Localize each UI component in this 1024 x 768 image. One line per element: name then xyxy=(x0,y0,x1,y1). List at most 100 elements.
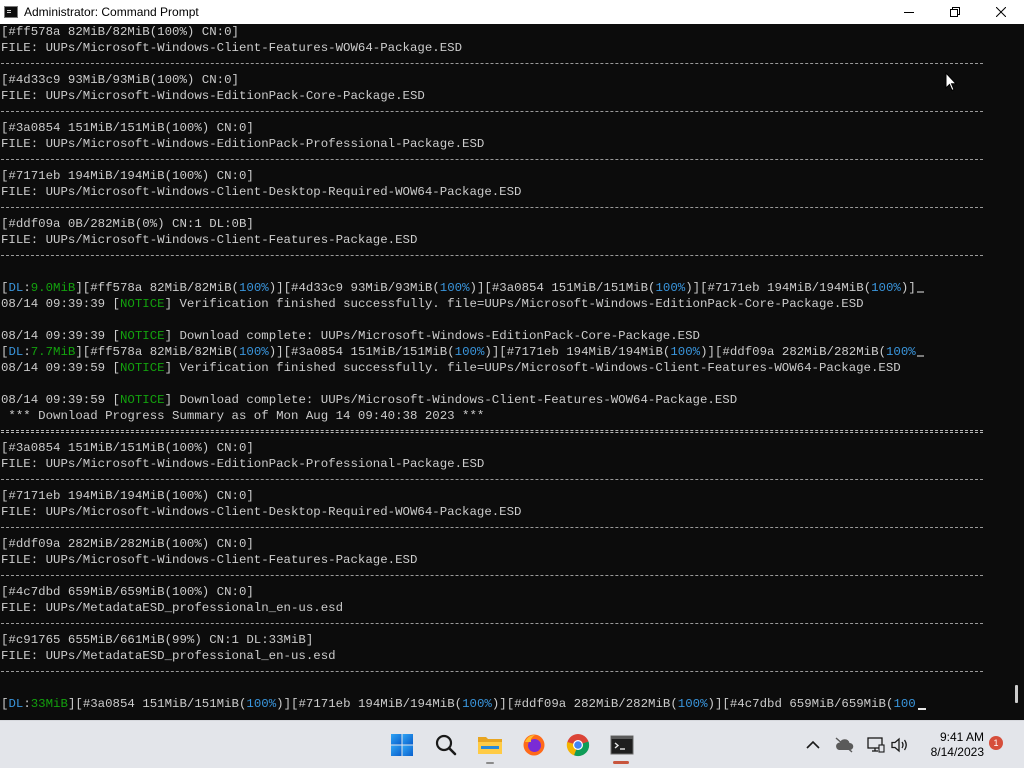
scrollbar-thumb[interactable] xyxy=(1015,685,1018,703)
terminal-icon xyxy=(610,735,634,755)
progress-item: #ddf09a 282MiB/282MiB(100% xyxy=(722,345,916,359)
progress-line: [DL:33MiB][#3a0854 151MiB/151MiB(100%)][… xyxy=(1,696,926,712)
progress-item: #3a0854 151MiB/151MiB(100%) xyxy=(82,697,284,711)
download-status-line: [#7171eb 194MiB/194MiB(100%) CN:0] xyxy=(1,169,254,183)
log-line: 08/14 09:39:39 [NOTICE] Download complet… xyxy=(1,329,700,343)
progress-item: #7171eb 194MiB/194MiB(100%) xyxy=(298,697,500,711)
download-status-line: [#4d33c9 93MiB/93MiB(100%) CN:0] xyxy=(1,73,239,87)
download-file-line: FILE: UUPs/Microsoft-Windows-Client-Desk… xyxy=(1,185,522,199)
log-level: NOTICE xyxy=(119,393,165,407)
clock-date: 8/14/2023 xyxy=(930,745,984,759)
separator-line xyxy=(1,575,983,576)
cmd-icon xyxy=(4,6,18,18)
running-indicator xyxy=(486,762,494,764)
start-button[interactable] xyxy=(386,729,418,761)
double-separator-line xyxy=(1,430,983,433)
taskbar-clock[interactable]: 9:41 AM 8/14/2023 xyxy=(916,730,984,760)
minimize-icon xyxy=(904,12,914,13)
separator-line xyxy=(1,159,983,160)
download-file-line: FILE: UUPs/Microsoft-Windows-EditionPack… xyxy=(1,89,425,103)
taskbar-firefox[interactable] xyxy=(518,729,550,761)
download-file-line: FILE: UUPs/Microsoft-Windows-Client-Feat… xyxy=(1,233,418,247)
log-line: 08/14 09:39:59 [NOTICE] Verification fin… xyxy=(1,361,901,375)
progress-item: #ff578a 82MiB/82MiB(100%) xyxy=(90,281,277,295)
log-line: 08/14 09:39:39 [NOTICE] Verification fin… xyxy=(1,297,864,311)
separator-line xyxy=(1,623,983,624)
progress-line: [DL:9.0MiB][#ff578a 82MiB/82MiB(100%)][#… xyxy=(1,280,924,296)
taskbar-chrome[interactable] xyxy=(562,729,594,761)
line-overflow-marker xyxy=(916,355,924,357)
volume-tray-button[interactable] xyxy=(890,735,910,755)
title-bar[interactable]: Administrator: Command Prompt xyxy=(0,0,1024,24)
separator-line xyxy=(1,671,983,672)
progress-item: #3a0854 151MiB/151MiB(100%) xyxy=(291,345,492,359)
download-speed: 33MiB xyxy=(30,697,68,711)
separator-line xyxy=(1,255,983,256)
progress-item: #4c7dbd 659MiB/659MiB(100 xyxy=(729,697,916,711)
download-file-line: FILE: UUPs/MetadataESD_professionaln_en-… xyxy=(1,601,344,615)
download-status-line: [#7171eb 194MiB/194MiB(100%) CN:0] xyxy=(1,489,254,503)
line-overflow-marker xyxy=(916,291,924,293)
file-explorer-icon xyxy=(478,737,502,754)
progress-item: #7171eb 194MiB/194MiB(100%) xyxy=(707,281,909,295)
download-file-line: FILE: UUPs/Microsoft-Windows-EditionPack… xyxy=(1,457,485,471)
progress-item: #ddf09a 282MiB/282MiB(100%) xyxy=(514,697,715,711)
restore-icon xyxy=(950,7,960,17)
separator-line xyxy=(1,479,983,480)
separator-line xyxy=(1,63,983,64)
progress-item: #ff578a 82MiB/82MiB(100%) xyxy=(90,345,277,359)
text-cursor xyxy=(917,708,926,710)
separator-line xyxy=(1,111,983,112)
console-output[interactable]: [#ff578a 82MiB/82MiB(100%) CN:0] FILE: U… xyxy=(0,24,1012,720)
separator-line xyxy=(1,527,983,528)
progress-line: [DL:7.7MiB][#ff578a 82MiB/82MiB(100%)][#… xyxy=(1,344,924,360)
log-line: 08/14 09:39:59 [NOTICE] Download complet… xyxy=(1,393,738,407)
download-file-line: FILE: UUPs/MetadataESD_professional_en-u… xyxy=(1,649,336,663)
console-scrollbar[interactable] xyxy=(1012,24,1024,720)
start-icon xyxy=(391,734,413,756)
window-controls xyxy=(886,0,1024,24)
cloud-offline-icon xyxy=(835,737,854,753)
close-icon xyxy=(996,7,1006,17)
network-tray-button[interactable] xyxy=(866,735,886,755)
download-status-line: [#3a0854 151MiB/151MiB(100%) CN:0] xyxy=(1,441,254,455)
notification-badge[interactable]: 1 xyxy=(989,736,1003,750)
chrome-icon xyxy=(566,734,590,757)
chevron-up-icon xyxy=(806,740,820,749)
download-speed: 9.0MiB xyxy=(30,281,76,295)
download-status-line: [#c91765 655MiB/661MiB(99%) CN:1 DL:33Mi… xyxy=(1,633,314,647)
download-speed: 7.7MiB xyxy=(30,345,76,359)
download-status-line: [#4c7dbd 659MiB/659MiB(100%) CN:0] xyxy=(1,585,254,599)
volume-icon xyxy=(891,737,907,753)
download-status-line: [#ddf09a 282MiB/282MiB(100%) CN:0] xyxy=(1,537,254,551)
progress-item: #4d33c9 93MiB/93MiB(100%) xyxy=(291,281,477,295)
taskbar-terminal[interactable] xyxy=(606,729,638,761)
firefox-icon xyxy=(523,734,545,756)
minimize-button[interactable] xyxy=(886,0,932,24)
taskbar: 9:41 AM 8/14/2023 xyxy=(0,720,1024,768)
close-button[interactable] xyxy=(978,0,1024,24)
download-status-line: [#ddf09a 0B/282MiB(0%) CN:1 DL:0B] xyxy=(1,217,254,231)
progress-item: #7171eb 194MiB/194MiB(100%) xyxy=(506,345,708,359)
progress-item: #3a0854 151MiB/151MiB(100%) xyxy=(491,281,693,295)
search-icon xyxy=(435,734,457,756)
search-button[interactable] xyxy=(430,729,462,761)
maximize-button[interactable] xyxy=(932,0,978,24)
download-status-line: [#3a0854 151MiB/151MiB(100%) CN:0] xyxy=(1,121,254,135)
download-status-line: [#ff578a 82MiB/82MiB(100%) CN:0] xyxy=(1,25,239,39)
log-level: NOTICE xyxy=(119,329,165,343)
log-level: NOTICE xyxy=(119,361,165,375)
summary-header: *** Download Progress Summary as of Mon … xyxy=(1,409,485,423)
active-app-indicator xyxy=(613,761,629,764)
download-file-line: FILE: UUPs/Microsoft-Windows-EditionPack… xyxy=(1,137,485,151)
separator-line xyxy=(1,207,983,208)
onedrive-tray-button[interactable] xyxy=(834,735,854,755)
clock-time: 9:41 AM xyxy=(939,730,984,744)
download-file-line: FILE: UUPs/Microsoft-Windows-Client-Feat… xyxy=(1,41,463,55)
network-icon xyxy=(867,737,885,753)
download-file-line: FILE: UUPs/Microsoft-Windows-Client-Desk… xyxy=(1,505,522,519)
show-hidden-icons-button[interactable] xyxy=(803,735,823,755)
taskbar-file-explorer[interactable] xyxy=(474,729,506,761)
download-file-line: FILE: UUPs/Microsoft-Windows-Client-Feat… xyxy=(1,553,418,567)
mouse-pointer-icon xyxy=(945,72,957,92)
